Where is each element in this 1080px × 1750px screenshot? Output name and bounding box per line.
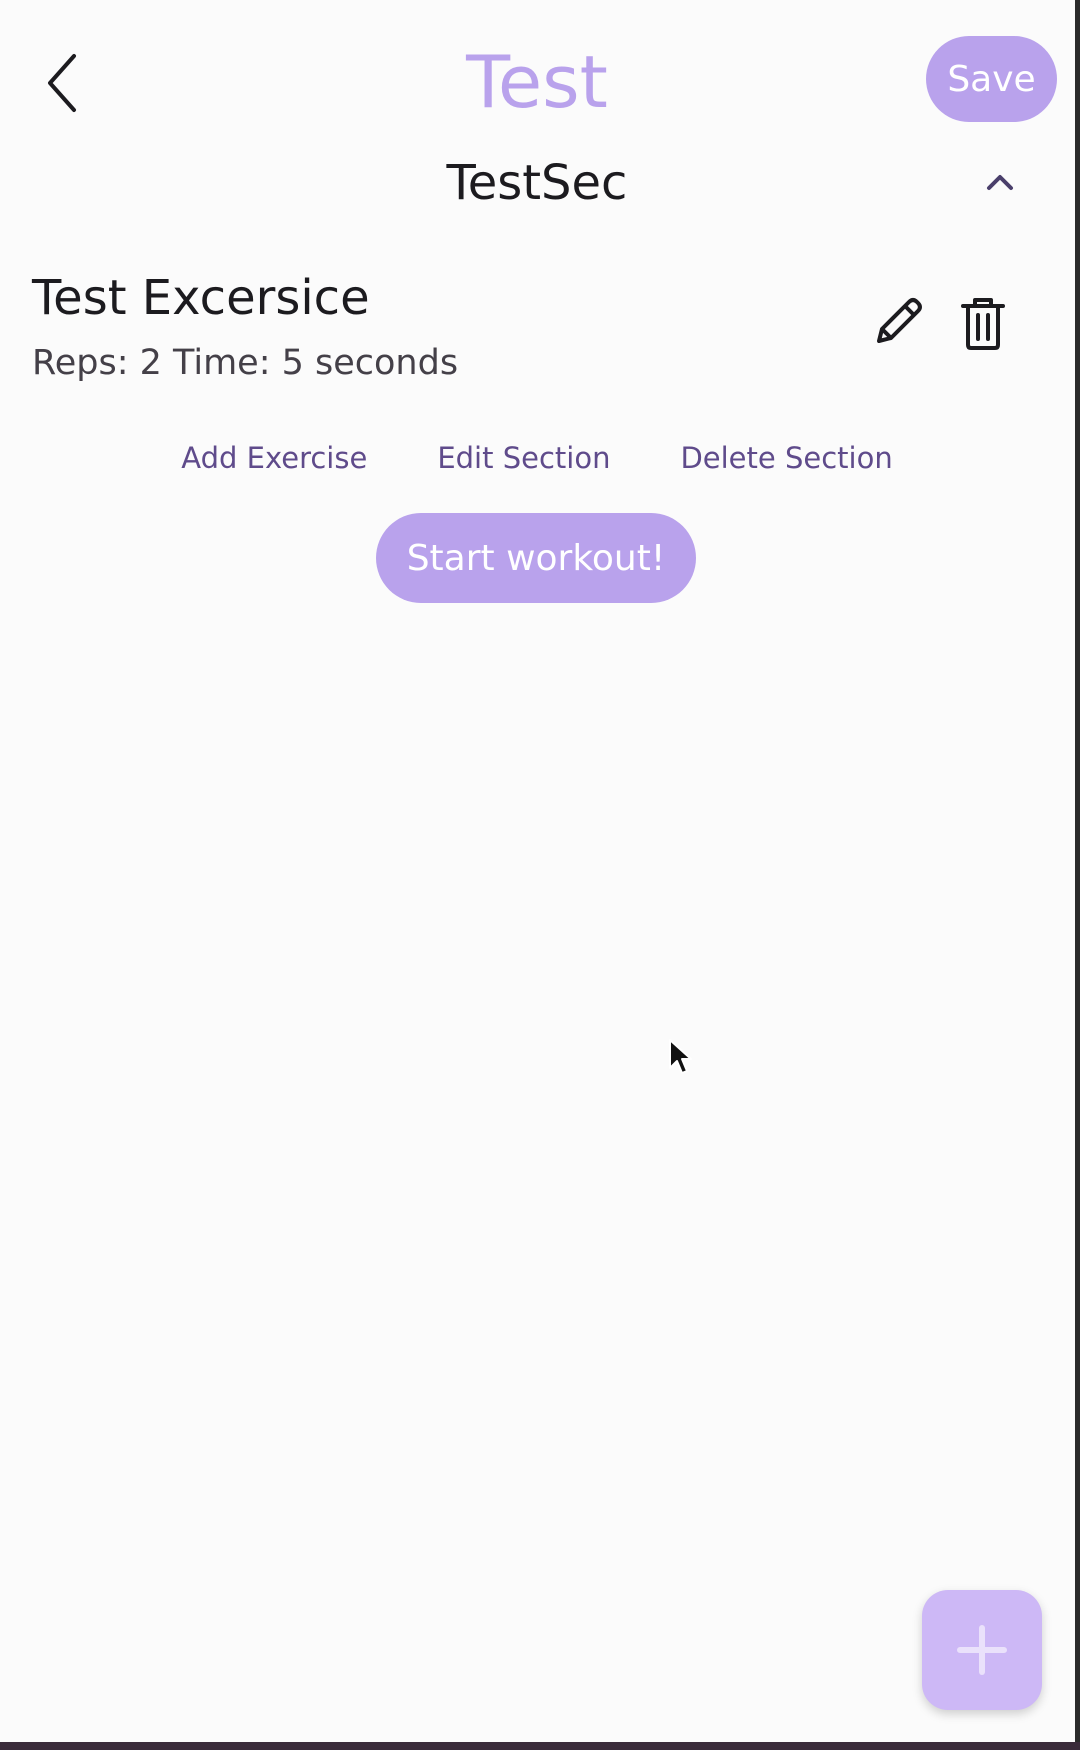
plus-icon	[957, 1625, 1007, 1675]
workout-editor-screen: Test Save TestSec Test Excersice Reps: 2…	[0, 0, 1080, 1750]
collapse-section-button[interactable]	[976, 158, 1024, 206]
save-button[interactable]: Save	[926, 36, 1057, 122]
edit-exercise-button[interactable]	[862, 288, 932, 358]
workout-title: Test	[466, 40, 608, 124]
pencil-icon	[877, 298, 922, 343]
delete-section-button[interactable]: Delete Section	[680, 432, 892, 484]
add-fab-button[interactable]	[922, 1590, 1042, 1710]
trash-icon	[961, 298, 1005, 350]
exercise-name: Test Excersice	[32, 270, 370, 326]
window-edge	[1075, 0, 1080, 1750]
section-title: TestSec	[446, 155, 628, 211]
mouse-pointer-icon	[669, 1039, 692, 1074]
add-exercise-button[interactable]: Add Exercise	[181, 432, 367, 484]
edit-section-button[interactable]: Edit Section	[437, 432, 610, 484]
delete-exercise-button[interactable]	[948, 288, 1018, 358]
exercise-detail: Reps: 2 Time: 5 seconds	[32, 343, 459, 383]
chevron-up-icon	[987, 175, 1013, 190]
start-workout-button[interactable]: Start workout!	[376, 513, 696, 603]
exercise-item: Test Excersice Reps: 2 Time: 5 seconds	[30, 258, 1030, 398]
window-bottom-edge	[0, 1742, 1080, 1750]
section-actions: Add Exercise Edit Section Delete Section	[0, 432, 1074, 484]
